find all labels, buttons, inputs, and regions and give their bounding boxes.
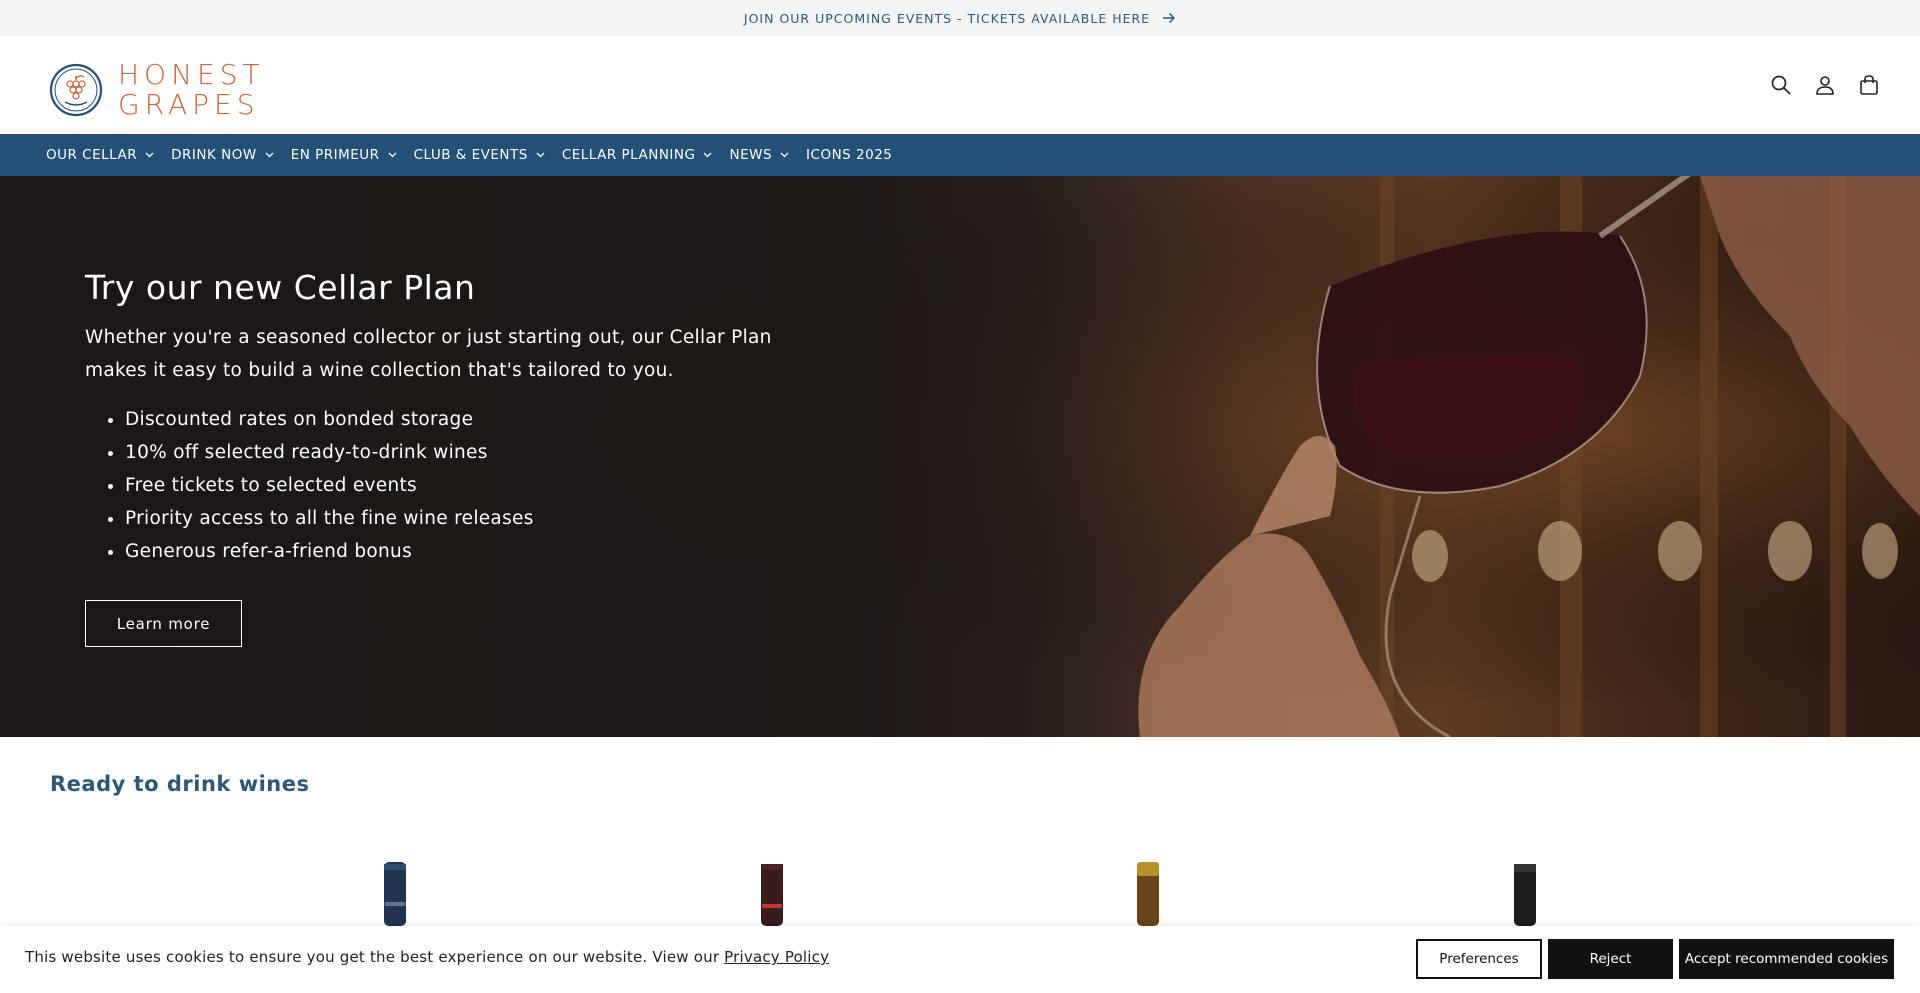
cookie-text: This website uses cookies to ensure you … xyxy=(25,948,720,966)
hero-title: Try our new Cellar Plan xyxy=(85,268,476,307)
chevron-down-icon xyxy=(388,152,397,158)
cart-icon[interactable] xyxy=(1858,74,1880,96)
product-bottle-image[interactable] xyxy=(1508,862,1542,926)
list-item: Generous refer-a-friend bonus xyxy=(125,535,805,568)
chevron-down-icon xyxy=(145,152,154,158)
nav-label: CLUB & EVENTS xyxy=(413,147,528,163)
privacy-policy-link[interactable]: Privacy Policy xyxy=(724,948,829,966)
announcement-bar[interactable]: JOIN OUR UPCOMING EVENTS - TICKETS AVAIL… xyxy=(0,0,1920,36)
hero-banner: Try our new Cellar Plan Whether you're a… xyxy=(0,176,1920,737)
nav-label: OUR CELLAR xyxy=(46,147,138,163)
arrow-right-icon xyxy=(1163,12,1176,24)
search-icon[interactable] xyxy=(1770,74,1792,96)
nav-label: EN PRIMEUR xyxy=(290,147,380,163)
cookie-banner: This website uses cookies to ensure you … xyxy=(0,926,1920,993)
reject-button[interactable]: Reject xyxy=(1548,939,1673,979)
accept-cookies-button[interactable]: Accept recommended cookies xyxy=(1679,939,1894,979)
grape-logo-icon xyxy=(49,63,103,117)
chevron-down-icon xyxy=(265,152,274,158)
logo-text-line1: HONEST xyxy=(118,58,265,91)
nav-item-drink-now[interactable]: DRINK NOW xyxy=(171,147,274,163)
nav-item-cellar-planning[interactable]: CELLAR PLANNING xyxy=(562,147,713,163)
main-nav: OUR CELLAR DRINK NOW EN PRIMEUR CLUB & E… xyxy=(0,134,1920,176)
chevron-down-icon xyxy=(704,152,712,158)
list-item: Priority access to all the fine wine rel… xyxy=(125,502,805,535)
product-bottle-image[interactable] xyxy=(1131,862,1165,926)
list-item: Discounted rates on bonded storage xyxy=(125,403,805,436)
list-item: 10% off selected ready-to-drink wines xyxy=(125,436,805,469)
nav-label: ICONS 2025 xyxy=(806,147,893,163)
list-item: Free tickets to selected events xyxy=(125,469,805,502)
nav-item-icons-2025[interactable]: ICONS 2025 xyxy=(806,147,892,163)
chevron-down-icon xyxy=(780,152,789,158)
announcement-text[interactable]: JOIN OUR UPCOMING EVENTS - TICKETS AVAIL… xyxy=(744,11,1150,26)
learn-more-button[interactable]: Learn more xyxy=(85,600,242,647)
chevron-down-icon xyxy=(536,152,545,158)
logo-text-line2: GRAPES xyxy=(118,88,260,121)
nav-label: CELLAR PLANNING xyxy=(561,147,696,163)
hero-subtitle: Whether you're a seasoned collector or j… xyxy=(85,327,772,381)
product-bottle-image[interactable] xyxy=(755,862,789,926)
nav-item-our-cellar[interactable]: OUR CELLAR xyxy=(46,147,154,163)
hero-benefits-list: Discounted rates on bonded storage 10% o… xyxy=(85,403,805,568)
nav-item-news[interactable]: NEWS xyxy=(729,147,789,163)
cookie-message: This website uses cookies to ensure you … xyxy=(25,948,829,966)
nav-label: NEWS xyxy=(729,147,773,163)
preferences-button[interactable]: Preferences xyxy=(1416,939,1542,979)
logo[interactable]: HONEST GRAPES xyxy=(48,60,265,120)
site-header: HONEST GRAPES xyxy=(0,36,1920,134)
nav-item-club-events[interactable]: CLUB & EVENTS xyxy=(414,147,545,163)
nav-item-en-primeur[interactable]: EN PRIMEUR xyxy=(291,147,397,163)
hero-content: Try our new Cellar Plan Whether you're a… xyxy=(85,268,805,568)
nav-label: DRINK NOW xyxy=(171,147,257,163)
product-bottle-image[interactable] xyxy=(378,862,412,926)
section-title-ready-to-drink: Ready to drink wines xyxy=(50,772,310,796)
account-icon[interactable] xyxy=(1814,74,1836,96)
